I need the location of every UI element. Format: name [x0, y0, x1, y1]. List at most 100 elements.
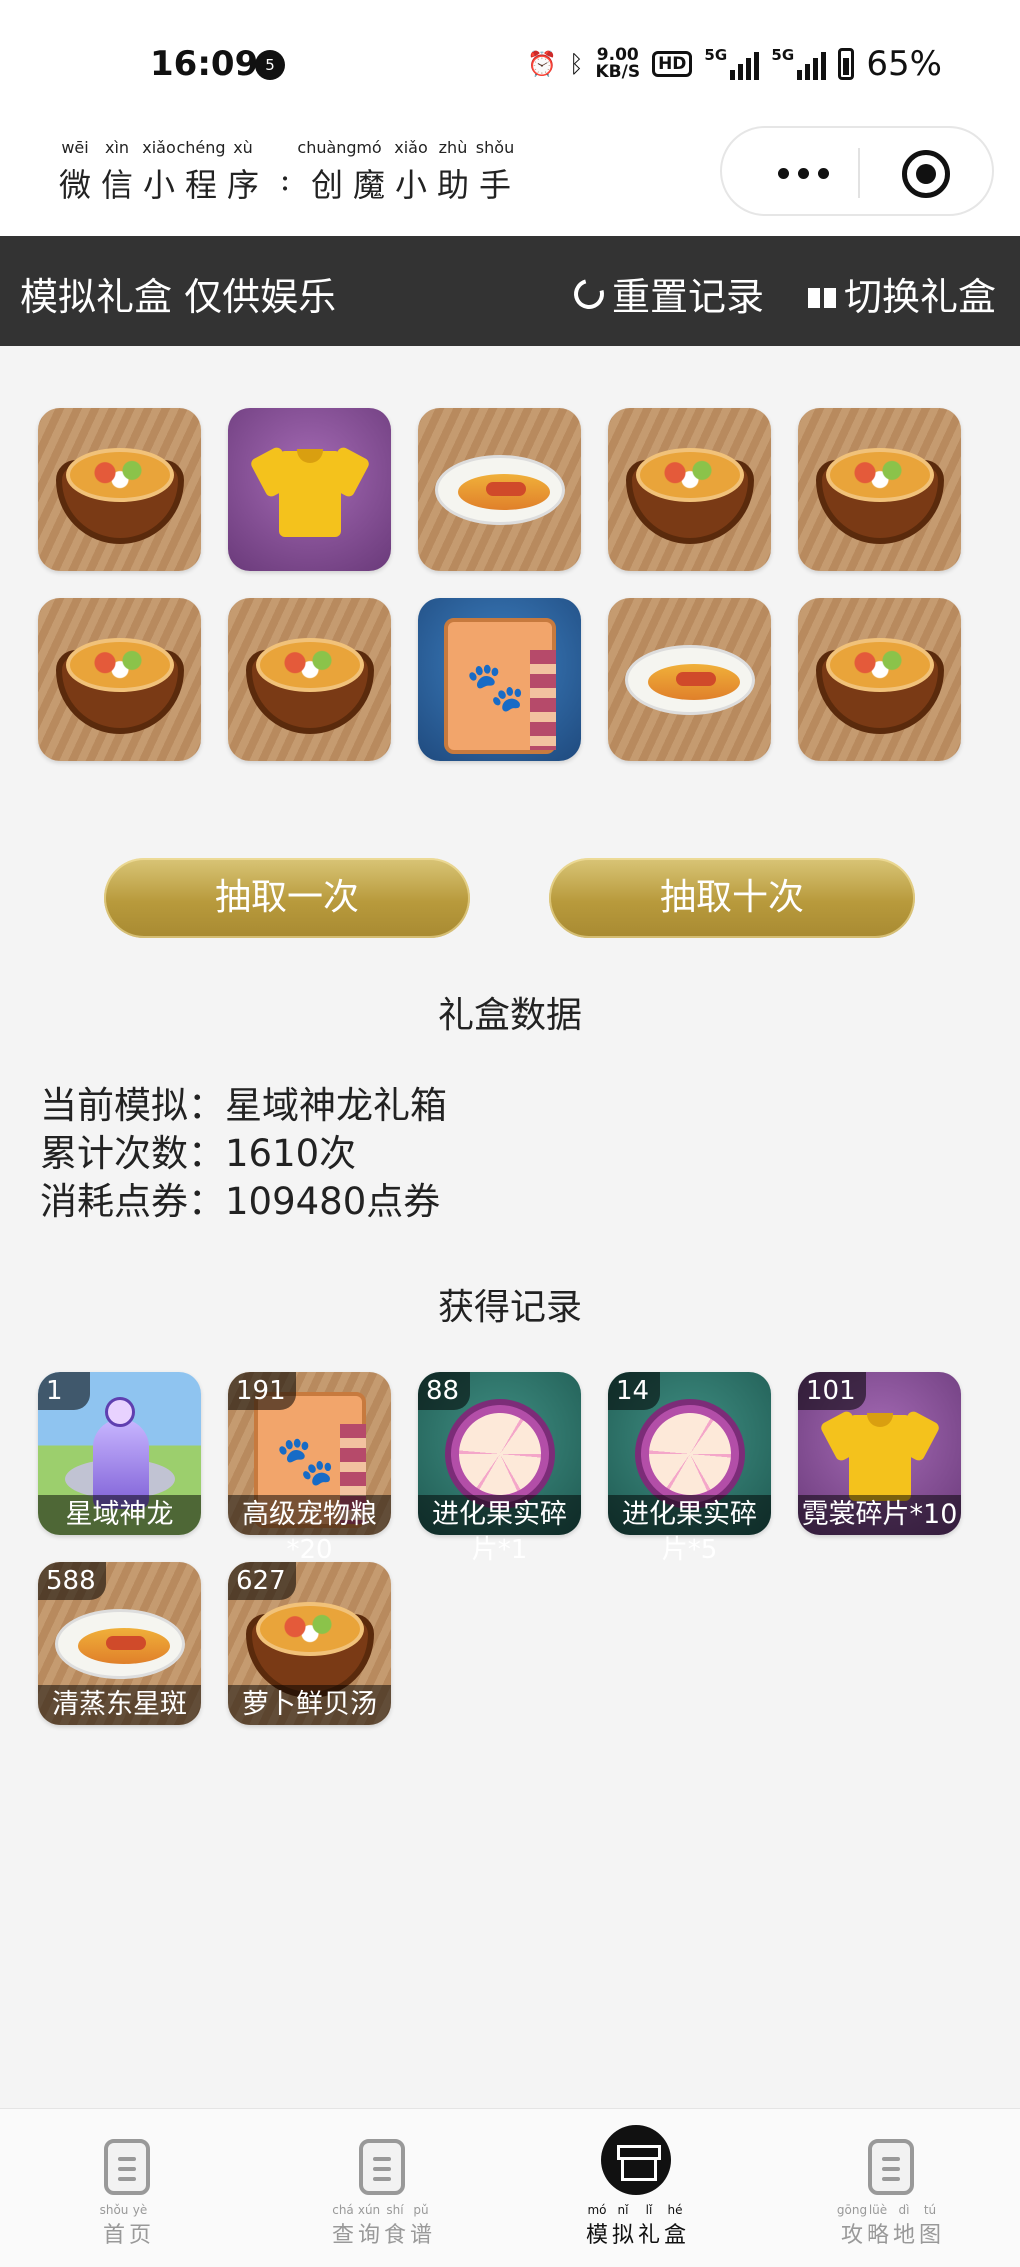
- title-char-hanzi: :: [279, 160, 291, 198]
- record-item-image: 191 高级宠物粮: [228, 1372, 391, 1535]
- mini-program-title: wēi 微 xìn 信 xiǎo 小 chéng 程 xù 序: chuàng 创 mó 魔 xiǎo 小 zh…: [54, 138, 516, 206]
- nav-label-hanzi: 略: [866, 2223, 889, 2248]
- gift-icon: [808, 279, 836, 308]
- title-char-hanzi: 序: [226, 166, 259, 204]
- network-speed: 9.00 KB/S: [595, 47, 640, 81]
- record-count: 588: [38, 1562, 106, 1600]
- total-count-row: 累计次数： 1610次: [40, 1130, 447, 1178]
- draw-result-item[interactable]: [38, 598, 201, 761]
- more-icon[interactable]: [758, 158, 848, 188]
- toolbar-title: 模拟礼盒 仅供娱乐: [20, 275, 337, 319]
- signal-icon: 5G: [771, 46, 827, 80]
- giftbox-stats: 当前模拟： 星域神龙礼箱 累计次数： 1610次 消耗点券： 109480点券: [40, 1082, 447, 1226]
- draw-result-item[interactable]: [798, 598, 961, 761]
- record-item[interactable]: 1 星域神龙: [38, 1372, 201, 1535]
- draw-result-item[interactable]: [228, 408, 391, 571]
- giftbox-data-title: 礼盒数据: [437, 995, 582, 1036]
- nav-label-hanzi: 礼: [637, 2223, 660, 2248]
- toolbar: 模拟礼盒 仅供娱乐 重置记录 切换礼盒: [0, 236, 1020, 346]
- nav-item-home[interactable]: shǒu 首 yè 页: [99, 2139, 153, 2249]
- title-char-hanzi: 小: [394, 166, 427, 204]
- document-icon: [359, 2139, 405, 2195]
- record-count: 191: [228, 1372, 296, 1410]
- record-item[interactable]: 101 霓裳碎片*10: [798, 1372, 961, 1535]
- nav-label-pinyin: chá: [332, 2203, 354, 2217]
- draw-result-item[interactable]: [608, 598, 771, 761]
- nav-label-hanzi: 首: [102, 2223, 125, 2248]
- status-time: 16:09: [150, 44, 259, 84]
- hd-icon: HD: [652, 51, 693, 77]
- record-count: 627: [228, 1562, 296, 1600]
- nav-label-hanzi: 拟: [611, 2223, 634, 2248]
- pet-food-bag-icon: [443, 617, 556, 754]
- nav-item-guide-map[interactable]: gōng 攻 lüè 略 dì 地 tú 图: [837, 2139, 943, 2249]
- title-char-pinyin: shǒu: [475, 138, 515, 157]
- nav-label-pinyin: shǒu: [99, 2203, 129, 2217]
- record-count: 1: [38, 1372, 90, 1410]
- title-char-pinyin: wēi: [61, 138, 89, 157]
- nav-item-recipes[interactable]: chá 查 xún 询 shí 食 pǔ 谱: [330, 2139, 434, 2249]
- switch-giftbox-button[interactable]: 切换礼盒: [808, 266, 996, 321]
- draw-result-item[interactable]: [798, 408, 961, 571]
- cost-label: 消耗点券：: [40, 1180, 225, 1223]
- record-item-image: 1 星域神龙: [38, 1372, 201, 1535]
- nav-item-giftbox[interactable]: mó 模 nǐ 拟 lǐ 礼 hé 盒: [584, 2125, 688, 2249]
- record-item[interactable]: 588 清蒸东星斑: [38, 1562, 201, 1725]
- draw-result-item[interactable]: [228, 598, 391, 761]
- nav-label-hanzi: 地: [892, 2223, 915, 2248]
- title-char: xiǎo 小: [138, 138, 180, 206]
- nav-label-pinyin: tú: [923, 2203, 937, 2217]
- title-char: chuàng 创: [297, 138, 356, 206]
- document-icon: [104, 2139, 150, 2195]
- title-char-hanzi: 创: [310, 166, 343, 204]
- soup-icon: [625, 447, 754, 544]
- soup-icon: [55, 637, 184, 734]
- record-name: 清蒸东星斑: [38, 1685, 201, 1725]
- total-count-label: 累计次数：: [40, 1132, 225, 1175]
- draw-ten-button[interactable]: 抽取十次: [549, 858, 915, 938]
- draw-result-item[interactable]: [418, 408, 581, 571]
- reset-records-button[interactable]: 重置记录: [568, 266, 764, 321]
- record-name: 霓裳碎片*10: [798, 1495, 961, 1535]
- title-char-hanzi: 小: [142, 166, 175, 204]
- record-name-overflow: 片*5: [661, 1535, 718, 1565]
- record-item[interactable]: 88 进化果实碎 片*1: [418, 1372, 581, 1565]
- record-count: 14: [608, 1372, 660, 1410]
- refresh-icon: [568, 273, 610, 314]
- title-char: shǒu 手: [474, 138, 516, 206]
- record-name-overflow: *20: [286, 1535, 333, 1565]
- nav-label-pinyin: mó: [587, 2203, 607, 2217]
- nav-label-pinyin: lǐ: [645, 2203, 653, 2217]
- bottom-nav: shǒu 首 yè 页 chá 查 xún 询 shí 食 pǔ 谱 mó 模 nǐ 拟 lǐ 礼 hé 盒 gōng 攻…: [0, 2108, 1020, 2267]
- title-char: wēi 微: [54, 138, 96, 206]
- record-item-image: 627 萝卜鲜贝汤: [228, 1562, 391, 1725]
- cost-value: 109480点券: [225, 1180, 441, 1223]
- nav-label-pinyin: hé: [667, 2203, 683, 2217]
- title-char-hanzi: 助: [436, 166, 469, 204]
- shirt-icon: [248, 435, 371, 545]
- nav-label-pinyin: pǔ: [413, 2203, 429, 2217]
- draw-once-button[interactable]: 抽取一次: [104, 858, 470, 938]
- title-char-hanzi: 魔: [352, 166, 385, 204]
- record-count: 88: [418, 1372, 470, 1410]
- title-char: chéng 程: [176, 138, 225, 206]
- title-char-pinyin: xù: [233, 138, 253, 157]
- record-name: 萝卜鲜贝汤: [228, 1685, 391, 1725]
- title-char-hanzi: 程: [184, 166, 217, 204]
- record-item-image: 14 进化果实碎: [608, 1372, 771, 1535]
- draw-result-item[interactable]: [608, 408, 771, 571]
- close-mini-program-icon[interactable]: [902, 150, 950, 198]
- document-icon: [868, 2139, 914, 2195]
- record-name-overflow: 片*1: [471, 1535, 528, 1565]
- record-item[interactable]: 627 萝卜鲜贝汤: [228, 1562, 391, 1725]
- record-item[interactable]: 14 进化果实碎 片*5: [608, 1372, 771, 1565]
- signal-icon: 5G: [704, 46, 760, 80]
- shirt-icon: [818, 1399, 941, 1509]
- record-item[interactable]: 191 高级宠物粮*20: [228, 1372, 391, 1565]
- draw-result-item[interactable]: [38, 408, 201, 571]
- soup-icon: [55, 447, 184, 544]
- title-char: xiǎo 小: [390, 138, 432, 206]
- soup-icon: [245, 637, 374, 734]
- draw-result-item[interactable]: [418, 598, 581, 761]
- signal-label: 5G: [771, 46, 795, 64]
